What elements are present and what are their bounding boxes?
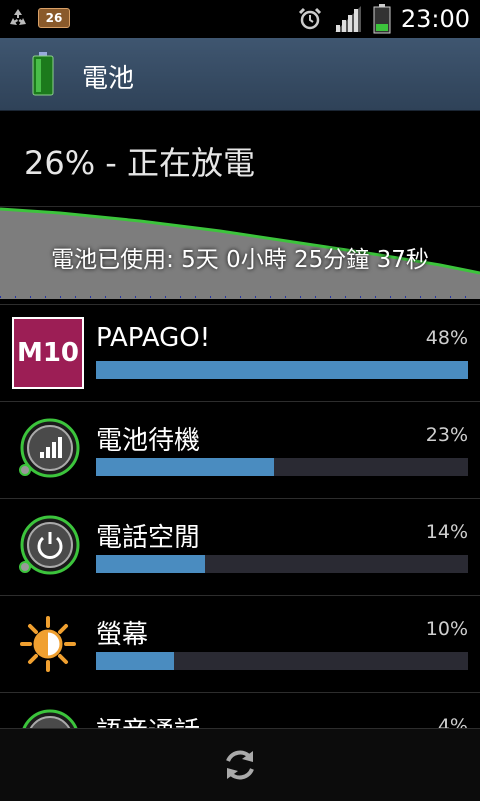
item-percent: 4% bbox=[437, 715, 468, 728]
item-percent: 14% bbox=[425, 521, 468, 543]
status-bar: 26 23:00 bbox=[0, 0, 480, 38]
list-item[interactable]: 螢幕 10% bbox=[0, 595, 480, 692]
m10-app-icon: M10 bbox=[12, 317, 84, 389]
battery-icon bbox=[373, 4, 391, 34]
phone-idle-icon bbox=[19, 515, 80, 575]
item-percent: 23% bbox=[425, 424, 468, 446]
usage-bar-fill bbox=[96, 555, 205, 573]
usage-bar bbox=[96, 652, 468, 670]
battery-status-text: 26% - 正在放電 bbox=[24, 144, 256, 182]
alarm-icon bbox=[298, 7, 321, 30]
cell-standby-icon bbox=[19, 418, 80, 478]
item-name: 電話空閒 bbox=[96, 523, 201, 553]
list-item[interactable]: 電池待機 23% bbox=[0, 401, 480, 498]
item-name: 電池待機 bbox=[96, 426, 201, 456]
item-name: 螢幕 bbox=[96, 620, 149, 650]
list-item[interactable]: M10 PAPAGO! 48% bbox=[0, 304, 480, 401]
refresh-icon[interactable] bbox=[220, 745, 260, 785]
item-percent: 48% bbox=[425, 327, 468, 349]
usage-bar-fill bbox=[96, 652, 174, 670]
usage-list: M10 PAPAGO! 48% 電池待機 23% 電話空閒 14% 螢幕 10%… bbox=[0, 304, 480, 728]
brightness-icon bbox=[20, 616, 76, 672]
signal-icon bbox=[334, 6, 361, 32]
battery-usage-time: 電池已使用: 5天 0小時 25分鐘 37秒 bbox=[51, 247, 429, 273]
action-bar: 電池 bbox=[0, 38, 480, 111]
item-percent: 10% bbox=[425, 618, 468, 640]
usage-bar-fill bbox=[96, 458, 275, 476]
list-item[interactable]: 電話空閒 14% bbox=[0, 498, 480, 595]
usage-bar bbox=[96, 555, 468, 573]
list-item[interactable]: 語音通話 4% bbox=[0, 692, 480, 728]
page-title: 電池 bbox=[82, 64, 135, 94]
recycle-icon bbox=[10, 9, 26, 25]
notification-badge-count: 26 bbox=[45, 11, 63, 25]
battery-notification-icon: 26 bbox=[38, 8, 70, 28]
usage-bar bbox=[96, 361, 468, 379]
usage-bar bbox=[96, 458, 468, 476]
usage-bar-fill bbox=[96, 361, 468, 379]
battery-icon bbox=[32, 52, 54, 96]
item-name: 語音通話 bbox=[96, 711, 200, 728]
item-name: PAPAGO! bbox=[96, 323, 211, 353]
bottom-bar bbox=[0, 728, 480, 801]
clock: 23:00 bbox=[400, 5, 470, 33]
voice-call-icon bbox=[22, 709, 78, 728]
m10-icon-text: M10 bbox=[14, 319, 82, 387]
